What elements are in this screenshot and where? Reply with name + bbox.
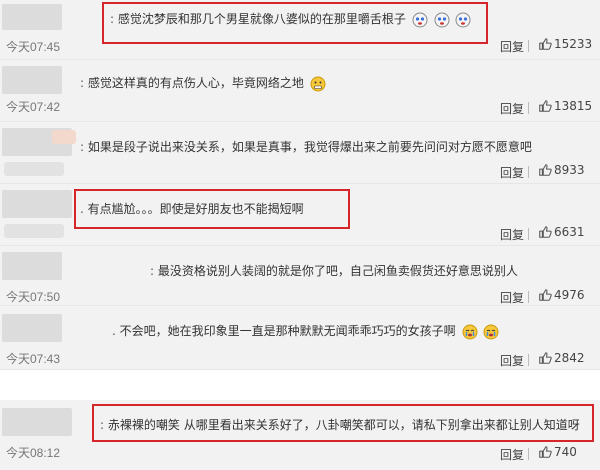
comment-time: 今天07:45 [6, 40, 61, 54]
divider [528, 40, 529, 52]
avatar[interactable] [2, 252, 62, 280]
like-button[interactable]: 2842 [538, 351, 585, 365]
reply-button[interactable]: 回复 [500, 164, 524, 181]
highlight-box [102, 2, 488, 44]
username-blur [52, 130, 76, 144]
like-button[interactable]: 8933 [538, 163, 585, 177]
comment-text: : 如果是段子说出来没关系，如果是真事，我觉得爆出来之前要先问问对方愿不愿意吧 [80, 138, 532, 155]
avatar[interactable] [2, 190, 72, 218]
avatar[interactable] [2, 408, 72, 436]
like-count: 6631 [554, 225, 585, 239]
avatar[interactable] [2, 4, 62, 30]
divider [528, 228, 529, 240]
comment-row: . 不会吧，她在我印象里一直是那种默默无闻乖乖巧巧的女孩子啊 今天07:43 回… [0, 306, 600, 370]
time-blur [4, 162, 64, 176]
comment-prefix: . [112, 324, 116, 338]
reply-button[interactable]: 回复 [500, 38, 524, 55]
comment-row: : 最没资格说别人装阔的就是你了吧，自己闲鱼卖假货还好意思说别人 今天07:50… [0, 246, 600, 306]
like-count: 15233 [554, 37, 593, 51]
comment-body: 感觉这样真的有点伤人心，毕竟网络之地 [87, 76, 304, 90]
like-button[interactable]: 15233 [538, 37, 592, 51]
thumbs-up-icon [539, 352, 552, 364]
like-count: 4976 [554, 288, 585, 302]
comment-time: 今天08:12 [6, 446, 61, 460]
comment-time: 今天07:50 [6, 290, 61, 304]
thumbs-up-icon [539, 100, 552, 112]
divider [528, 166, 529, 178]
comment-text: . 不会吧，她在我印象里一直是那种默默无闻乖乖巧巧的女孩子啊 [112, 322, 499, 340]
comment-row: : 感觉这样真的有点伤人心，毕竟网络之地 今天07:42 回复 13815 [0, 60, 600, 122]
like-count: 740 [554, 445, 577, 459]
like-count: 2842 [554, 351, 585, 365]
like-button[interactable]: 6631 [538, 225, 585, 239]
comment-prefix: : [80, 140, 85, 154]
avatar[interactable] [2, 314, 62, 342]
comment-body: 如果是段子说出来没关系，如果是真事，我觉得爆出来之前要先问问对方愿不愿意吧 [87, 140, 532, 154]
highlight-box [74, 189, 350, 229]
crying-face-icon [483, 324, 499, 339]
comment-prefix: : [150, 264, 155, 278]
like-button[interactable]: 740 [538, 445, 577, 459]
comment-row: : 如果是段子说出来没关系，如果是真事，我觉得爆出来之前要先问问对方愿不愿意吧 … [0, 122, 600, 184]
reply-button[interactable]: 回复 [500, 352, 524, 369]
highlight-box [92, 404, 594, 442]
like-button[interactable]: 13815 [538, 99, 592, 113]
time-blur [4, 224, 64, 238]
comment-body: 最没资格说别人装阔的就是你了吧，自己闲鱼卖假货还好意思说别人 [157, 264, 518, 278]
comment-time: 今天07:42 [6, 100, 61, 114]
divider [528, 448, 529, 460]
comment-text: : 最没资格说别人装阔的就是你了吧，自己闲鱼卖假货还好意思说别人 [150, 262, 518, 279]
like-count: 8933 [554, 163, 585, 177]
divider [528, 102, 529, 114]
crying-face-icon [462, 324, 477, 339]
thumbs-up-icon [539, 289, 552, 301]
thumbs-up-icon [539, 164, 552, 176]
like-button[interactable]: 4976 [538, 288, 585, 302]
divider [528, 354, 529, 366]
comment-time: 今天07:43 [6, 352, 61, 366]
divider [528, 291, 529, 303]
comment-prefix: : [80, 76, 85, 90]
comment-body: 不会吧，她在我印象里一直是那种默默无闻乖乖巧巧的女孩子啊 [119, 324, 456, 338]
reply-button[interactable]: 回复 [500, 446, 524, 463]
thumbs-up-icon [539, 226, 552, 238]
avatar[interactable] [2, 66, 62, 94]
thumbs-up-icon [539, 38, 552, 50]
thumbs-up-icon [539, 446, 552, 458]
reply-button[interactable]: 回复 [500, 100, 524, 117]
reply-button[interactable]: 回复 [500, 226, 524, 243]
like-count: 13815 [554, 99, 593, 113]
grimace-face-icon [310, 76, 326, 91]
reply-button[interactable]: 回复 [500, 289, 524, 306]
comment-text: : 感觉这样真的有点伤人心，毕竟网络之地 [80, 74, 326, 92]
